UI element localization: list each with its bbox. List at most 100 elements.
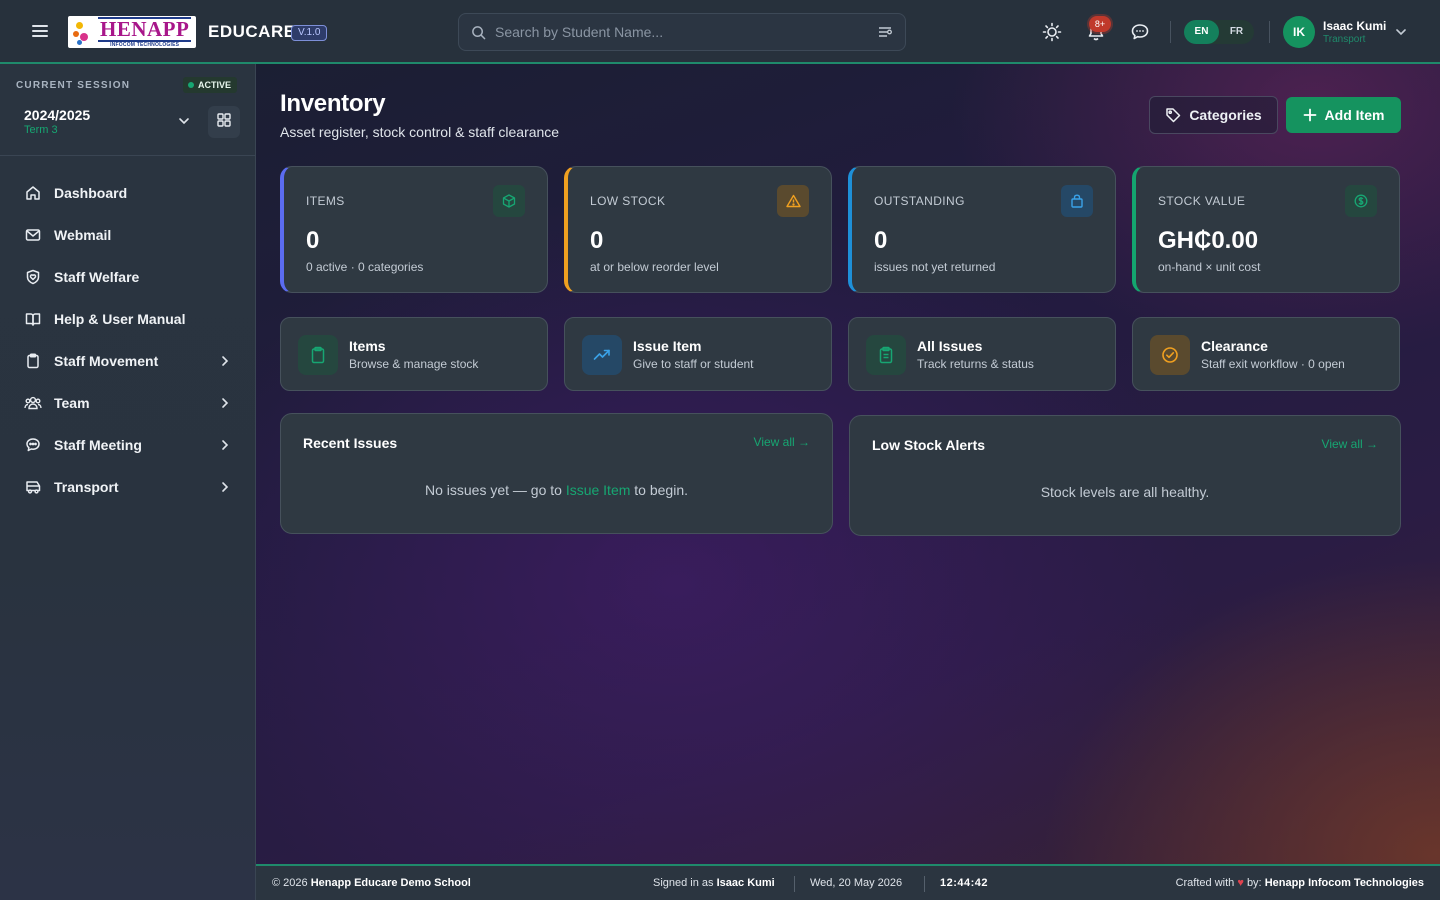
quick-link-subtitle: Browse & manage stock xyxy=(349,357,479,371)
user-name[interactable]: Isaac Kumi xyxy=(1323,19,1386,33)
stat-label: ITEMS xyxy=(306,194,345,208)
session-year[interactable]: 2024/2025 xyxy=(24,107,90,123)
search-input[interactable] xyxy=(495,14,855,50)
quick-link-all-issues[interactable]: All Issues Track returns & status xyxy=(848,317,1116,391)
view-all-link[interactable]: View all → xyxy=(754,435,810,449)
chevron-right-icon xyxy=(219,479,231,500)
stat-value: 0 xyxy=(590,227,604,254)
messages-chat-icon[interactable] xyxy=(1128,20,1152,44)
list-icon xyxy=(866,335,906,375)
footer: © 2026 Henapp Educare Demo School Signed… xyxy=(256,864,1440,900)
warning-icon xyxy=(777,185,809,217)
sidebar-item-label: Help & User Manual xyxy=(54,311,186,327)
menu-toggle-button[interactable] xyxy=(28,22,52,42)
stat-subtext: on-hand × unit cost xyxy=(1158,260,1261,274)
quick-link-subtitle: Track returns & status xyxy=(917,357,1034,371)
stat-card-outstanding: OUTSTANDING 0 issues not yet returned xyxy=(848,166,1116,293)
low-stock-alerts-panel: Low Stock Alerts View all → Stock levels… xyxy=(849,415,1401,536)
user-menu-chevron-down-icon[interactable] xyxy=(1394,25,1408,44)
empty-state-text: No issues yet — go to xyxy=(424,482,562,498)
add-item-button-label: Add Item xyxy=(1324,107,1385,123)
sidebar-nav: Dashboard Webmail Staff Welfare Help & U… xyxy=(0,172,255,508)
page-subtitle: Asset register, stock control & staff cl… xyxy=(280,124,560,140)
sidebar-item-help-user-manual[interactable]: Help & User Manual xyxy=(0,298,255,340)
sidebar-item-label: Dashboard xyxy=(54,185,128,201)
bus-icon xyxy=(24,478,42,496)
sidebar-item-transport[interactable]: Transport xyxy=(0,466,255,508)
sidebar-item-dashboard[interactable]: Dashboard xyxy=(0,172,255,214)
quick-link-issue-item[interactable]: Issue Item Give to staff or student xyxy=(564,317,832,391)
user-role: Transport xyxy=(1323,34,1366,45)
session-status-text: ACTIVE xyxy=(198,80,232,90)
quick-link-items[interactable]: Items Browse & manage stock xyxy=(280,317,548,391)
plus-icon xyxy=(1303,108,1317,122)
stat-label: OUTSTANDING xyxy=(874,194,965,208)
stat-value: 0 xyxy=(874,227,888,254)
language-fr-button[interactable]: FR xyxy=(1219,20,1254,44)
add-item-button[interactable]: Add Item xyxy=(1286,97,1401,133)
stat-value: GH₵0.00 xyxy=(1158,227,1259,254)
crafted-label: Crafted with xyxy=(1175,877,1235,889)
top-bar: HENAPP INFOCOM TECHNOLOGIES EDUCARE V.1.… xyxy=(0,0,1440,64)
user-avatar[interactable]: IK xyxy=(1283,16,1315,48)
shield-heart-icon xyxy=(24,268,42,286)
sidebar-item-staff-welfare[interactable]: Staff Welfare xyxy=(0,256,255,298)
sidebar-item-label: Transport xyxy=(54,479,119,495)
quick-link-title: Items xyxy=(349,338,386,354)
cube-icon xyxy=(493,185,525,217)
quick-link-title: Clearance xyxy=(1201,338,1268,354)
issue-item-link[interactable]: Issue Item xyxy=(566,482,631,498)
topbar-divider xyxy=(1269,21,1270,43)
filter-icon[interactable] xyxy=(877,25,893,44)
search-icon xyxy=(471,25,486,45)
categories-button-label: Categories xyxy=(1189,107,1262,123)
company-name[interactable]: Henapp Infocom Technologies xyxy=(1265,877,1424,889)
chevron-right-icon xyxy=(219,437,231,458)
language-switcher: EN FR xyxy=(1184,20,1254,44)
footer-clock: 12:44:42 xyxy=(940,877,989,889)
signed-in-user: Isaac Kumi xyxy=(716,877,775,889)
view-all-link[interactable]: View all → xyxy=(1322,437,1378,451)
stat-subtext: issues not yet returned xyxy=(874,260,996,274)
main-content: Inventory Asset register, stock control … xyxy=(256,64,1440,864)
tag-icon xyxy=(1165,107,1181,123)
sidebar-item-staff-meeting[interactable]: Staff Meeting xyxy=(0,424,255,466)
bag-icon xyxy=(1061,185,1093,217)
page-title: Inventory xyxy=(280,90,386,117)
panel-title: Low Stock Alerts xyxy=(872,437,986,453)
panel-title: Recent Issues xyxy=(303,435,398,451)
stat-value: 0 xyxy=(306,227,320,254)
language-en-button[interactable]: EN xyxy=(1184,20,1219,44)
quick-link-subtitle: Staff exit workflow · 0 open xyxy=(1201,357,1345,371)
stat-subtext: 0 active · 0 categories xyxy=(306,260,424,274)
copyright-year: © 2026 xyxy=(272,877,308,889)
logo-main-text: HENAPP xyxy=(98,16,192,42)
sidebar-item-label: Staff Meeting xyxy=(54,437,142,453)
sidebar-item-label: Team xyxy=(54,395,90,411)
categories-button[interactable]: Categories xyxy=(1149,96,1278,134)
quick-link-title: All Issues xyxy=(917,338,983,354)
stat-label: STOCK VALUE xyxy=(1158,194,1246,208)
theme-toggle-sun-icon[interactable] xyxy=(1040,20,1064,44)
sidebar-item-label: Staff Welfare xyxy=(54,269,140,285)
session-status-badge: ACTIVE xyxy=(183,77,238,93)
version-badge: V.1.0 xyxy=(291,25,328,41)
sidebar-item-team[interactable]: Team xyxy=(0,382,255,424)
empty-state-message: Stock levels are all healthy. xyxy=(1040,484,1210,500)
trend-icon xyxy=(582,335,622,375)
dollar-icon xyxy=(1345,185,1377,217)
stat-card-stock-value: STOCK VALUE GH₵0.00 on-hand × unit cost xyxy=(1132,166,1400,293)
footer-copyright: © 2026 Henapp Educare Demo School xyxy=(272,877,471,889)
logo-mark-icon xyxy=(68,16,98,48)
apps-grid-button[interactable] xyxy=(208,106,240,138)
sidebar-item-webmail[interactable]: Webmail xyxy=(0,214,255,256)
stat-subtext: at or below reorder level xyxy=(590,260,719,274)
session-chevron-down-icon[interactable] xyxy=(177,114,191,133)
company-logo: HENAPP INFOCOM TECHNOLOGIES xyxy=(68,16,196,48)
mail-icon xyxy=(24,226,42,244)
sidebar-item-staff-movement[interactable]: Staff Movement xyxy=(0,340,255,382)
stat-label: LOW STOCK xyxy=(590,194,666,208)
quick-link-clearance[interactable]: Clearance Staff exit workflow · 0 open xyxy=(1132,317,1400,391)
footer-divider xyxy=(924,876,925,892)
stat-card-low-stock: LOW STOCK 0 at or below reorder level xyxy=(564,166,832,293)
